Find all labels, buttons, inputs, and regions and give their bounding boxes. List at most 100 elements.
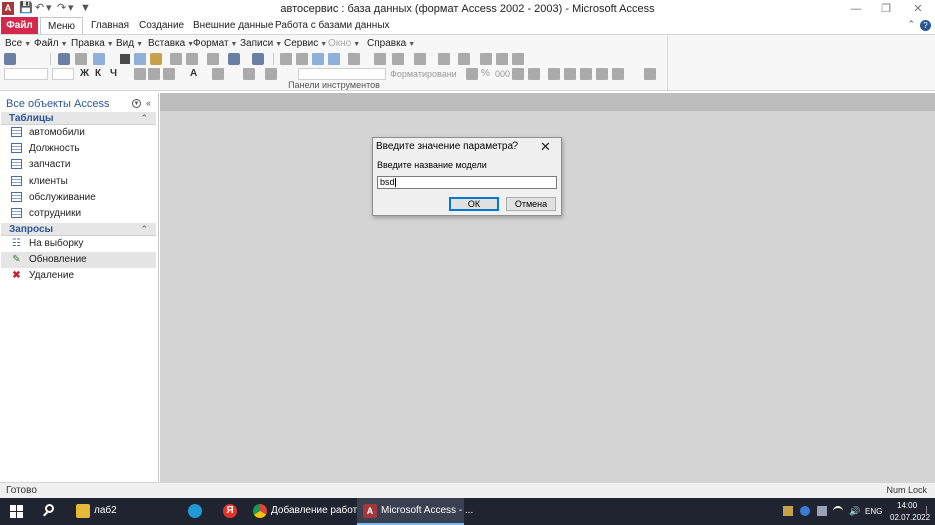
line-color-icon[interactable] [265, 68, 277, 80]
show-desktop-button[interactable] [926, 506, 927, 516]
paste-icon[interactable] [150, 53, 162, 65]
insert-hyperlink-icon[interactable] [228, 53, 240, 65]
font-size-dropdown[interactable] [52, 68, 74, 80]
search-icon[interactable] [42, 504, 56, 518]
bluetooth-icon[interactable] [800, 506, 810, 516]
nav-group-tables[interactable]: Таблицы ⌃ [1, 112, 156, 125]
tab-file[interactable]: Файл [1, 17, 38, 35]
clock-time[interactable]: 14:00 [897, 501, 917, 510]
nav-item-table[interactable]: Должность [1, 141, 156, 157]
bullets-icon[interactable] [564, 68, 576, 80]
tab-home[interactable]: Главная [84, 17, 136, 35]
fill-color-icon[interactable] [212, 68, 224, 80]
menu-window[interactable]: Окно ▼ [328, 37, 360, 52]
volume-icon[interactable]: 🔊 [849, 506, 860, 516]
wifi-icon[interactable] [833, 506, 843, 516]
dialog-help-button[interactable]: ? [512, 140, 518, 152]
format-label[interactable]: Форматировани [390, 67, 457, 81]
font-dropdown[interactable] [4, 68, 48, 80]
percent-button[interactable]: % [481, 67, 490, 81]
sort-icon[interactable] [348, 53, 360, 65]
cut-icon[interactable] [120, 54, 130, 64]
copy-icon[interactable] [134, 53, 146, 65]
italic-button[interactable]: К [95, 67, 101, 81]
gridlines-icon[interactable] [243, 68, 255, 80]
filter-by-selection-icon[interactable] [414, 53, 426, 65]
font-color-button[interactable]: А [190, 67, 197, 81]
menu-all[interactable]: Все ▼ [5, 37, 31, 52]
find-icon[interactable] [480, 53, 492, 65]
undo-toolbar-icon[interactable] [186, 53, 198, 65]
tab-database-tools[interactable]: Работа с базами данных [268, 17, 397, 35]
menu-tools[interactable]: Сервис ▼ [284, 37, 327, 52]
sort-descending-icon[interactable] [392, 53, 404, 65]
print-icon[interactable] [58, 53, 70, 65]
nav-item-table[interactable]: сотрудники [1, 206, 156, 222]
menu-format[interactable]: Формат ▼ [193, 37, 237, 52]
align-left-icon[interactable] [134, 68, 146, 80]
nav-item-table[interactable]: автомобили [1, 125, 156, 141]
rtl-icon[interactable] [644, 68, 656, 80]
thousands-button[interactable]: 000 [495, 67, 510, 81]
format-painter-icon[interactable] [170, 53, 182, 65]
increase-indent-icon[interactable] [596, 68, 608, 80]
menu-edit[interactable]: Правка ▼ [71, 37, 114, 52]
menu-view[interactable]: Вид ▼ [116, 37, 143, 52]
minimize-icon[interactable]: — [849, 2, 863, 16]
collapse-ribbon-icon[interactable]: ⌃ [907, 19, 915, 30]
battery-icon[interactable] [817, 506, 827, 516]
properties-icon[interactable] [328, 53, 340, 65]
nav-group-queries[interactable]: Запросы ⌃ [1, 223, 156, 236]
taskbar-app-access[interactable]: A Microsoft Access - ... [357, 498, 473, 525]
numbering-icon[interactable] [548, 68, 560, 80]
menu-records[interactable]: Записи ▼ [240, 37, 282, 52]
delete-record-icon[interactable] [512, 53, 524, 65]
code-icon[interactable] [312, 53, 324, 65]
nav-item-query[interactable]: ✖ Удаление [1, 268, 156, 284]
close-icon[interactable]: ✕ [540, 139, 551, 155]
nav-item-table[interactable]: клиенты [1, 174, 156, 190]
increase-decimal-icon[interactable] [512, 68, 524, 80]
chevron-down-icon[interactable]: ▼ [132, 99, 141, 108]
view-icon[interactable] [4, 53, 16, 65]
language-indicator[interactable]: ENG [865, 507, 882, 516]
filter-icon[interactable] [438, 53, 450, 65]
decrease-decimal-icon[interactable] [528, 68, 540, 80]
tab-external-data[interactable]: Внешние данные [186, 17, 280, 35]
windows-start-icon[interactable] [10, 505, 23, 518]
currency-icon[interactable] [466, 68, 478, 80]
collapse-group-icon[interactable]: ⌃ [140, 112, 148, 125]
tab-create[interactable]: Создание [132, 17, 191, 35]
taskbar-app-edge[interactable] [181, 498, 211, 525]
nav-item-table[interactable]: запчасти [1, 157, 156, 173]
new-record-icon[interactable] [496, 53, 508, 65]
ok-button[interactable]: ОК [449, 197, 499, 211]
object-dropdown[interactable] [298, 68, 386, 80]
taskbar-app-chrome[interactable]: Добавление работ... [247, 498, 364, 525]
collapse-group-icon[interactable]: ⌃ [140, 223, 148, 236]
spelling-icon[interactable] [93, 53, 105, 65]
decrease-indent-icon[interactable] [580, 68, 592, 80]
cancel-button[interactable]: Отмена [506, 197, 556, 211]
nav-item-query[interactable]: ☷ На выборку [1, 236, 156, 252]
restore-icon[interactable]: ❐ [879, 2, 893, 16]
new-object-icon[interactable] [296, 53, 308, 65]
menu-file[interactable]: Файл ▼ [34, 37, 68, 52]
tab-menu[interactable]: Меню [40, 17, 84, 35]
database-window-icon[interactable] [280, 53, 292, 65]
nav-pane-header[interactable]: Все объекты Access ▼ « [0, 95, 158, 113]
clock-date[interactable]: 02.07.2022 [890, 513, 930, 522]
sort-ascending-icon[interactable] [374, 53, 386, 65]
relationships-icon[interactable] [252, 53, 264, 65]
apply-filter-icon[interactable] [458, 53, 470, 65]
help-icon[interactable]: ? [920, 20, 931, 31]
align-center-icon[interactable] [148, 68, 160, 80]
print-preview-icon[interactable] [75, 53, 87, 65]
bold-button[interactable]: Ж [80, 67, 89, 81]
align-right-icon[interactable] [163, 68, 175, 80]
taskbar-app-explorer[interactable]: лаб2 [70, 498, 170, 525]
taskbar-app-yandex[interactable]: Я [216, 498, 246, 525]
parameter-input[interactable]: bsd [377, 176, 557, 189]
underline-button[interactable]: Ч [110, 67, 117, 81]
shutter-bar-close-icon[interactable]: « [146, 98, 151, 108]
